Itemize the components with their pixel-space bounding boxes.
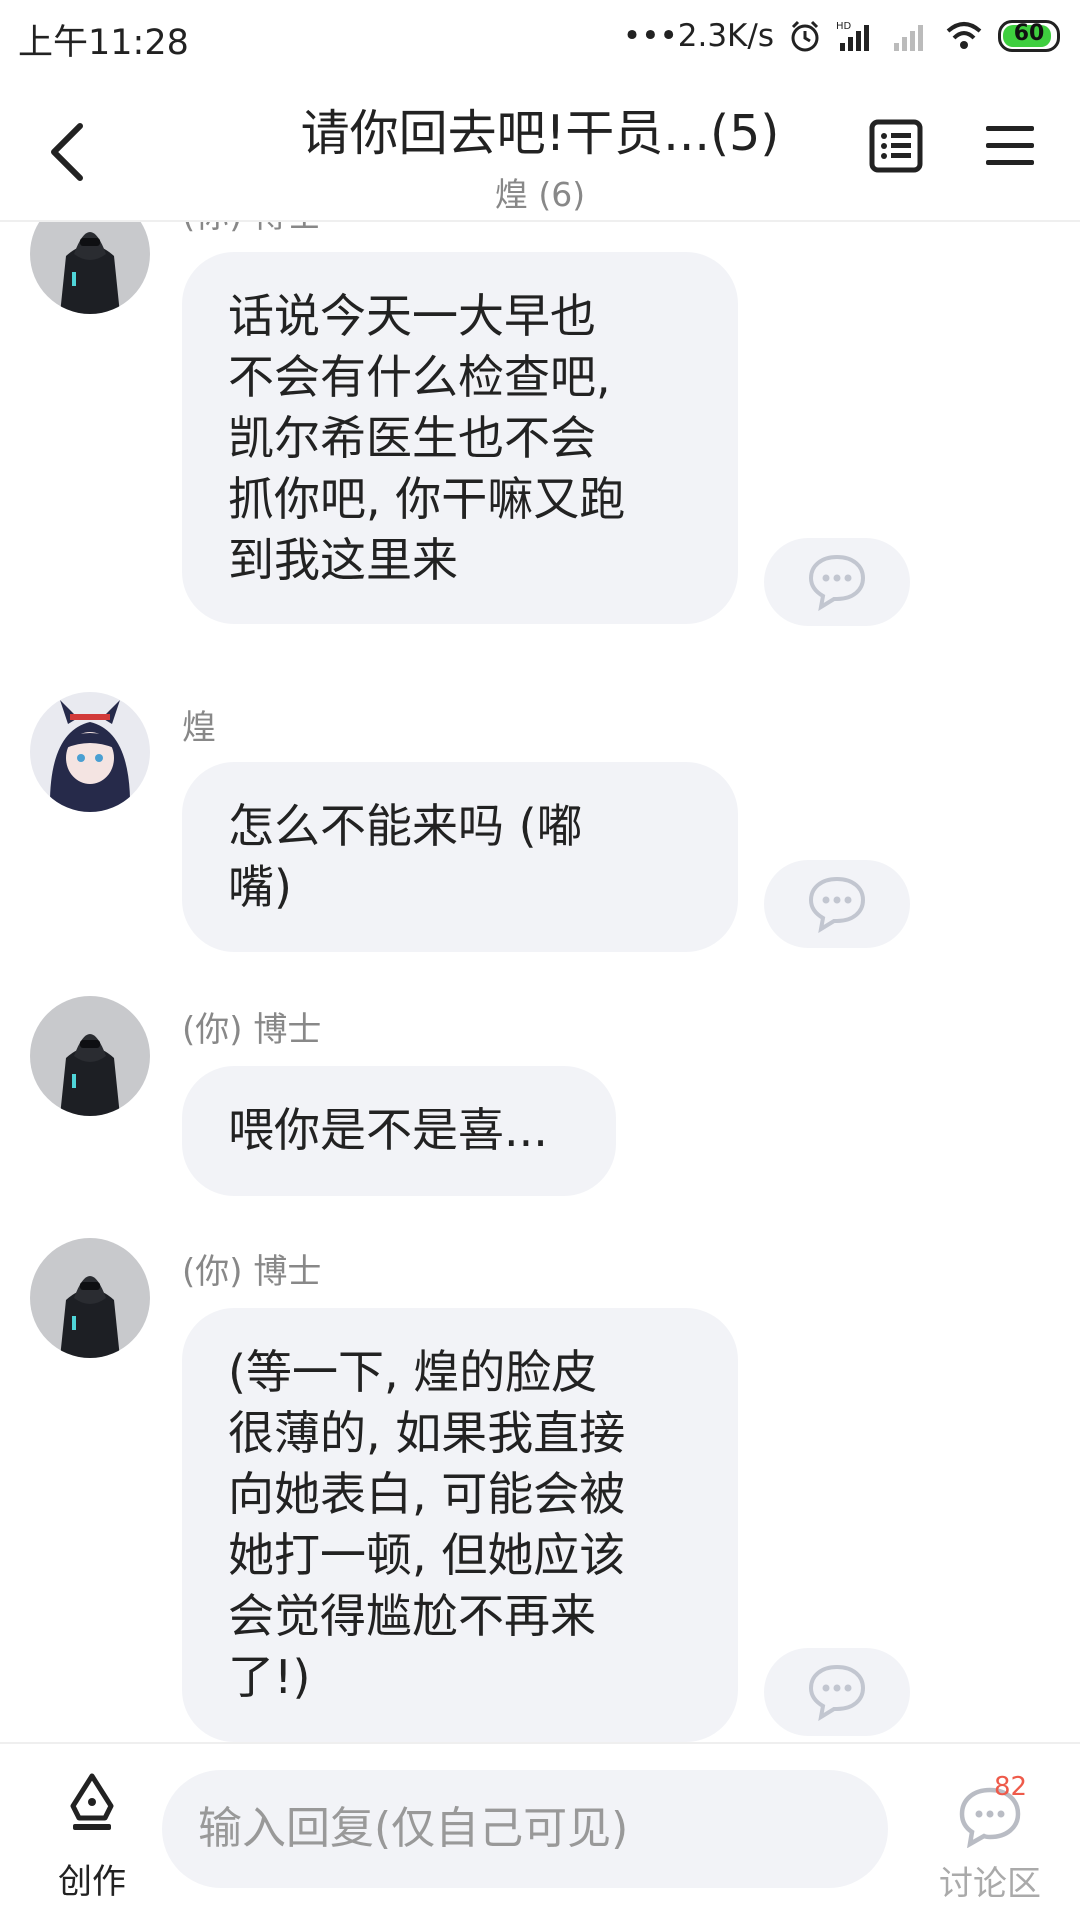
chat-list[interactable]: (你) 博士 话说今天一大早也 不会有什么检查吧, 凯尔希医生也不会 抓你吧, … [0,222,1080,1742]
discussion-button[interactable]: 82 讨论区 [920,1768,1060,1908]
doctor-avatar-image [30,222,150,314]
list-icon[interactable] [868,118,924,174]
message-bubble[interactable]: (等一下, 煌的脸皮 很薄的, 如果我直接 向她表白, 可能会被 她打一顿, 但… [182,1308,738,1742]
alarm-icon [791,20,819,52]
status-time: 上午11:28 [18,23,189,63]
message-bubble[interactable]: 喂你是不是喜... [182,1066,616,1196]
create-button[interactable]: 创作 [40,1772,144,1902]
comment-button[interactable] [764,860,910,948]
page-subtitle: 煌 (6) [494,175,586,214]
comment-icon [808,876,866,933]
avatar-huang[interactable] [30,692,150,812]
sender-name: 煌 [182,708,216,748]
back-icon[interactable] [40,116,100,186]
bottom-bar: 创作 输入回复(仅自己可见) 82 讨论区 [0,1742,1080,1922]
status-icons: •••2.3K/s HD 60 [623,14,1060,58]
status-bar: 上午11:28 •••2.3K/s HD 60 [0,0,1080,76]
message-line: 很薄的, 如果我直接 [228,1406,626,1460]
page-title: 请你回去吧!干员...(5) [300,105,780,162]
avatar-doctor[interactable] [30,222,150,314]
comment-icon [808,554,866,611]
discussion-label: 讨论区 [939,1864,1041,1904]
signal-empty-icon [894,25,923,51]
message-bubble[interactable]: 怎么不能来吗 (嘟 嘴) [182,762,738,952]
avatar-doctor[interactable] [30,996,150,1116]
avatar-doctor[interactable] [30,1238,150,1358]
svg-text:HD: HD [836,21,852,32]
message-line: 话说今天一大早也 [228,289,596,343]
sender-name: (你) 博士 [182,1010,322,1050]
message-line: 喂你是不是喜... [228,1103,548,1157]
huang-avatar-image [30,692,150,812]
doctor-avatar-image [30,996,150,1116]
message-line: 怎么不能来吗 (嘟 [228,799,583,853]
pen-nib-icon [70,1773,114,1830]
message-line: (等一下, 煌的脸皮 [228,1345,598,1399]
network-speed: •••2.3K/s [622,18,774,54]
message-line: 了!) [228,1650,311,1704]
message-line: 嘴) [228,860,292,914]
message-line: 会觉得尴尬不再来 [228,1589,596,1643]
discussion-count-badge: 82 [994,1772,1028,1802]
signal-hd-icon: HD [836,21,869,51]
comment-button[interactable] [764,538,910,626]
message-line: 凯尔希医生也不会 [228,411,596,465]
message-line: 不会有什么检查吧, [228,350,611,404]
create-label: 创作 [58,1862,126,1902]
comment-button[interactable] [764,1648,910,1736]
doctor-avatar-image [30,1238,150,1358]
sender-name: (你) 博士 [182,1252,322,1292]
message-line: 向她表白, 可能会被 [228,1467,626,1521]
battery-level: 60 [1013,21,1045,46]
comment-icon [808,1664,866,1721]
sender-name: (你) 博士 [182,222,321,237]
reply-input[interactable]: 输入回复(仅自己可见) [162,1770,888,1888]
message-bubble[interactable]: 话说今天一大早也 不会有什么检查吧, 凯尔希医生也不会 抓你吧, 你干嘛又跑 到… [182,252,738,624]
message-line: 抓你吧, 你干嘛又跑 [228,472,626,526]
message-line: 到我这里来 [228,533,458,587]
chat-header: 请你回去吧!干员...(5) 煌 (6) [0,76,1080,222]
battery-icon: 60 [998,20,1060,52]
message-line: 她打一顿, 但她应该 [228,1528,626,1582]
menu-icon[interactable] [984,120,1036,172]
wifi-icon [946,22,982,49]
